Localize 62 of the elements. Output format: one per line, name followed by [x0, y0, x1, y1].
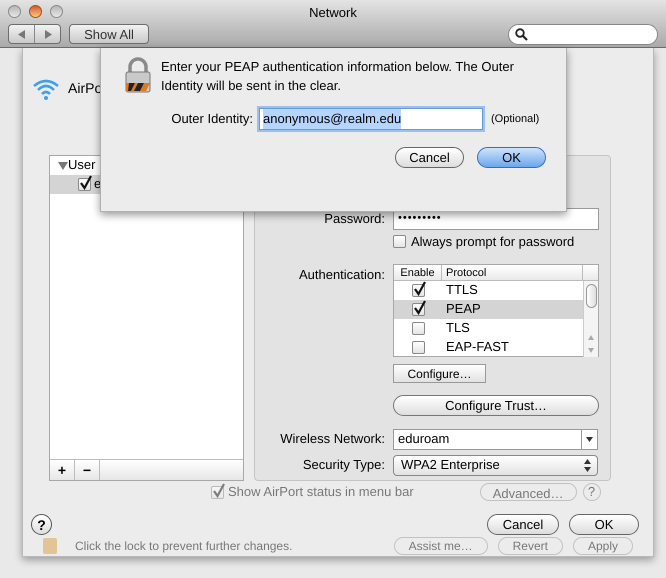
list-group-header[interactable]: User [50, 156, 243, 175]
background-button[interactable]: Apply [572, 537, 633, 556]
lock-message: Click the lock to prevent further changes. [75, 538, 292, 556]
protocol-checkbox[interactable] [412, 340, 424, 354]
search-field[interactable] [508, 24, 658, 44]
background-button[interactable]: Revert [498, 537, 563, 556]
advanced-button[interactable]: Advanced… [480, 483, 577, 502]
wifi-icon [31, 76, 61, 101]
close-button[interactable] [8, 4, 21, 18]
zoom-button[interactable] [50, 4, 63, 18]
group-label: User [68, 156, 96, 174]
protocol-row[interactable]: TTLS [394, 280, 583, 300]
protocol-checkbox[interactable] [412, 302, 424, 316]
window-title: Network [309, 4, 357, 22]
protocol-name: TLS [445, 319, 470, 338]
column-header[interactable]: Protocol [442, 264, 583, 280]
help-button[interactable]: ? [31, 514, 52, 536]
configure-button[interactable]: Configure… [393, 364, 486, 383]
protocol-name: TTLS [445, 281, 478, 300]
field-label: Wireless Network: [279, 430, 385, 448]
dialog-button[interactable]: Cancel [395, 147, 464, 168]
show-all-button[interactable]: Show All [69, 24, 149, 44]
security-type-popup[interactable]: WPA2 Enterprise [393, 454, 598, 476]
protocol-name: PEAP [445, 300, 481, 318]
back-forward-control[interactable] [8, 24, 61, 44]
padlock-icon [124, 57, 152, 93]
optional-hint: (Optional) [491, 112, 540, 127]
profile-checkbox[interactable] [78, 178, 91, 191]
configure-trust-button[interactable]: Configure Trust… [393, 394, 599, 416]
ok-button[interactable]: OK [569, 514, 639, 536]
checkbox-label: Show AirPort status in menu bar [228, 483, 414, 502]
wireless-network-combo-box[interactable]: eduroam [393, 428, 598, 450]
up-down-arrows-icon [584, 458, 591, 472]
protocol-name: EAP-FAST [445, 338, 509, 356]
field-label: Password: [323, 210, 385, 228]
disclosure-triangle-icon[interactable] [58, 160, 68, 170]
field-label: Security Type: [302, 456, 385, 474]
dialog-message: Enter your PEAP authentication information below. The Outer Identity will be sent in the clear. [161, 58, 515, 95]
outer-identity-field[interactable]: anonymous@realm.edu [259, 108, 483, 130]
protocol-checkbox[interactable] [412, 322, 424, 335]
background-button[interactable]: Assist me… [394, 537, 488, 556]
checkbox-label: Always prompt for password [411, 232, 574, 251]
scroll-arrows-icon[interactable] [587, 334, 595, 354]
minimize-button[interactable] [29, 4, 42, 18]
scrollbar[interactable] [583, 280, 598, 357]
show-status-checkbox[interactable] [211, 486, 224, 499]
protocol-row[interactable]: PEAP [394, 300, 583, 319]
scroll-thumb[interactable] [586, 284, 596, 308]
field-label: Outer Identity: [170, 110, 253, 128]
dropdown-arrow-icon [586, 436, 593, 442]
help-button[interactable]: ? [582, 483, 601, 502]
protocol-checkbox[interactable] [412, 284, 424, 297]
add-button[interactable]: + [50, 460, 75, 480]
search-icon [515, 28, 528, 40]
column-header[interactable]: Enable [394, 264, 442, 280]
protocol-row[interactable]: TLS [394, 318, 583, 338]
remove-button[interactable]: − [75, 460, 100, 480]
protocol-row[interactable]: EAP-FAST [394, 338, 583, 357]
default-button[interactable]: OK [477, 147, 546, 168]
field-label: Authentication: [298, 266, 385, 284]
cancel-button[interactable]: Cancel [487, 514, 559, 536]
always-prompt-checkbox[interactable] [393, 235, 406, 248]
